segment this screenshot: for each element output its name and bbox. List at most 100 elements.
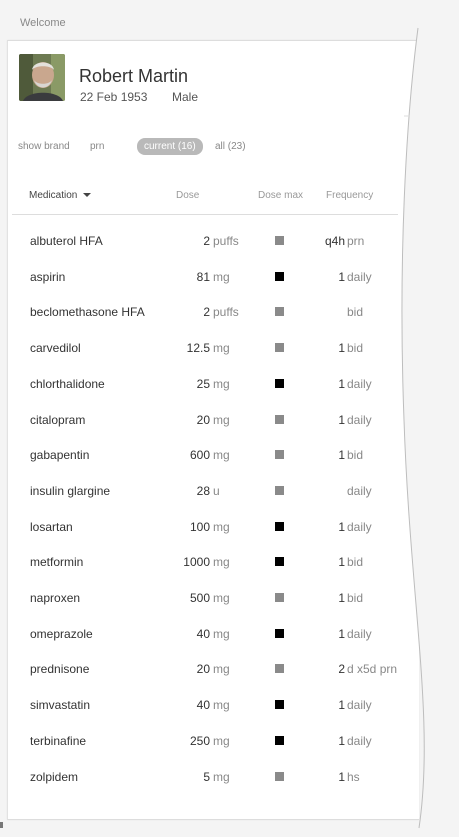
medication-dose-unit: mg [213, 555, 230, 569]
medication-frequency-qty: 1 [338, 555, 345, 569]
medication-name: losartan [30, 520, 73, 534]
medication-frequency-desc: bid [347, 591, 364, 605]
dose-max-indicator-icon [275, 772, 284, 781]
medication-row[interactable]: gabapentin 600 mg 1 bid [0, 448, 410, 468]
medication-row[interactable]: zolpidem 5 mg 1 hs [0, 770, 410, 790]
medication-dose-unit: mg [213, 627, 230, 641]
sort-caret-icon [83, 193, 92, 197]
column-dose-header[interactable]: Dose [176, 190, 199, 201]
medication-dose-unit: mg [213, 448, 230, 462]
medication-dose: 250 [189, 734, 210, 748]
medication-dose: 28 [196, 484, 210, 498]
medication-frequency-qty: 1 [338, 591, 345, 605]
medication-frequency-desc: d x5d prn [347, 662, 398, 676]
medication-frequency-qty: 1 [338, 377, 345, 391]
medication-dose-unit: u [213, 484, 220, 498]
medication-row[interactable]: albuterol HFA 2 puffs q4h prn [0, 234, 410, 254]
medication-row[interactable]: citalopram 20 mg 1 daily [0, 413, 410, 433]
filter-all[interactable]: all (23) [215, 138, 246, 155]
medication-dose: 500 [189, 591, 210, 605]
medication-dose: 2 [203, 305, 210, 319]
medication-row[interactable]: metformin 1000 mg 1 bid [0, 555, 410, 575]
dose-max-indicator-icon [275, 557, 284, 566]
medication-name: terbinafine [30, 734, 87, 748]
dose-max-indicator-icon [275, 664, 284, 673]
column-medication-header[interactable]: Medication [29, 190, 92, 201]
dose-max-indicator-icon [275, 700, 284, 709]
medication-row[interactable]: simvastatin 40 mg 1 daily [0, 698, 410, 718]
medication-row[interactable]: aspirin 81 mg 1 daily [0, 270, 410, 290]
medication-frequency-desc: daily [347, 520, 372, 534]
dose-max-indicator-icon [275, 415, 284, 424]
medication-row[interactable]: omeprazole 40 mg 1 daily [0, 627, 410, 647]
dose-max-indicator-icon [275, 343, 284, 352]
medication-frequency-desc: prn [347, 234, 365, 248]
corner-mark [0, 822, 3, 828]
column-medication-label: Medication [29, 190, 78, 201]
medication-row[interactable]: prednisone 20 mg 2 d x5d prn [0, 662, 410, 682]
medication-row[interactable]: beclomethasone HFA 2 puffs bid [0, 305, 410, 325]
medication-frequency-qty: 1 [338, 448, 345, 462]
medication-frequency-qty: 1 [338, 698, 345, 712]
medication-frequency-qty: 1 [338, 627, 345, 641]
medication-frequency-qty: 1 [338, 770, 345, 784]
medication-dose: 40 [196, 627, 210, 641]
medication-row[interactable]: insulin glargine 28 u daily [0, 484, 410, 504]
medication-frequency-qty: 1 [338, 734, 345, 748]
filter-prn[interactable]: prn [90, 138, 104, 155]
medication-name: insulin glargine [30, 484, 111, 498]
dose-max-indicator-icon [275, 236, 284, 245]
medication-name: beclomethasone HFA [30, 305, 145, 319]
medication-name: albuterol HFA [30, 234, 103, 248]
filter-show-brand[interactable]: show brand [18, 138, 70, 155]
column-frequency-header[interactable]: Frequency [326, 190, 373, 201]
medication-frequency-desc: bid [347, 305, 364, 319]
medication-dose-unit: puffs [213, 305, 239, 319]
medication-dose-unit: mg [213, 413, 230, 427]
medication-dose-unit: puffs [213, 234, 239, 248]
medication-dose-unit: mg [213, 520, 230, 534]
medication-dose: 600 [189, 448, 210, 462]
medication-frequency-desc: daily [347, 627, 372, 641]
medication-name: simvastatin [30, 698, 91, 712]
medication-name: aspirin [30, 270, 66, 284]
medication-dose: 81 [196, 270, 210, 284]
medication-dose: 1000 [183, 555, 210, 569]
medication-dose: 2 [203, 234, 210, 248]
medication-frequency-qty: 2 [338, 662, 345, 676]
medication-dose-unit: mg [213, 698, 230, 712]
medication-dose-unit: mg [213, 591, 230, 605]
medication-dose: 100 [189, 520, 210, 534]
column-dose-max-header[interactable]: Dose max [258, 190, 303, 201]
welcome-link[interactable]: Welcome [20, 17, 66, 29]
medication-row[interactable]: terbinafine 250 mg 1 daily [0, 734, 410, 754]
medication-frequency-desc: hs [347, 770, 360, 784]
dose-max-indicator-icon [275, 486, 284, 495]
medication-name: chlorthalidone [30, 377, 105, 391]
medication-frequency-desc: daily [347, 698, 372, 712]
medication-row[interactable]: chlorthalidone 25 mg 1 daily [0, 377, 410, 397]
dose-max-indicator-icon [275, 593, 284, 602]
medication-dose: 20 [196, 662, 210, 676]
medication-dose-unit: mg [213, 377, 230, 391]
medication-frequency-qty: 1 [338, 413, 345, 427]
medication-frequency-qty: 1 [338, 270, 345, 284]
medication-row[interactable]: losartan 100 mg 1 daily [0, 520, 410, 540]
medication-frequency-qty: q4h [324, 234, 345, 248]
patient-avatar [19, 54, 65, 101]
medication-frequency-desc: daily [347, 270, 372, 284]
medication-name: citalopram [30, 413, 86, 427]
dose-max-indicator-icon [275, 522, 284, 531]
medication-dose: 25 [196, 377, 210, 391]
patient-dob: 22 Feb 1953 [80, 90, 148, 104]
patient-name: Robert Martin [79, 66, 189, 86]
medication-dose-unit: mg [213, 341, 230, 355]
medication-frequency-qty: 1 [338, 341, 345, 355]
dose-max-indicator-icon [275, 379, 284, 388]
medication-frequency-desc: bid [347, 341, 364, 355]
medication-dose: 5 [203, 770, 210, 784]
filter-current[interactable]: current (16) [137, 138, 203, 155]
medication-name: prednisone [30, 662, 90, 676]
medication-row[interactable]: naproxen 500 mg 1 bid [0, 591, 410, 611]
medication-row[interactable]: carvedilol 12.5 mg 1 bid [0, 341, 410, 361]
